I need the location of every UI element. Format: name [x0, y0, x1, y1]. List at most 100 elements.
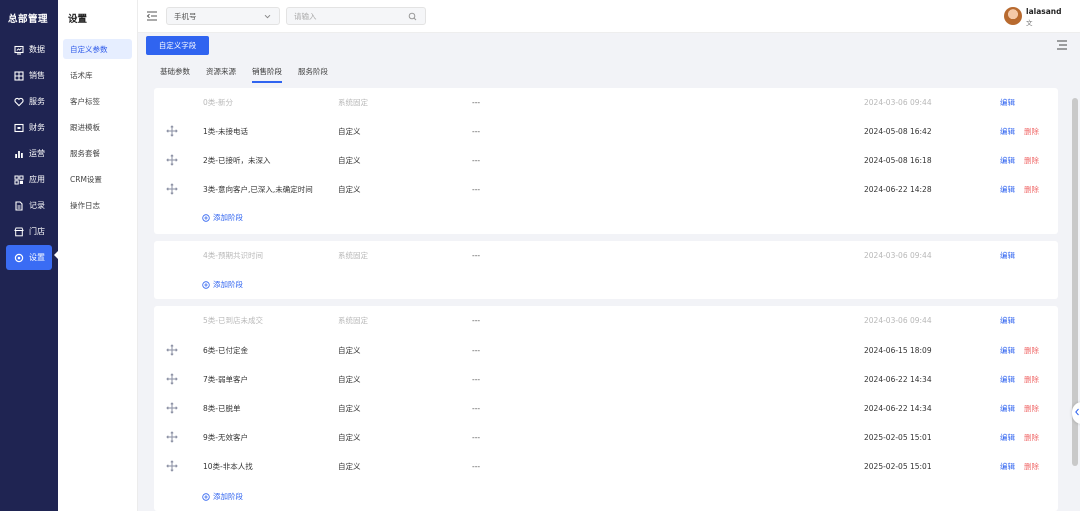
drag-handle-icon[interactable]: [166, 125, 178, 137]
stage-type: 系统固定: [338, 315, 368, 325]
stage-description: ---: [472, 461, 481, 471]
edit-button[interactable]: 编辑: [1000, 315, 1015, 326]
drag-handle-icon[interactable]: [166, 154, 178, 166]
delete-button[interactable]: 删除: [1024, 403, 1039, 414]
stage-updated-time: 2025-02-05 15:01: [864, 461, 932, 471]
drag-handle-icon[interactable]: [166, 344, 178, 356]
edit-button[interactable]: 编辑: [1000, 155, 1015, 166]
tab-resource-source[interactable]: 资源来源: [206, 66, 236, 83]
stage-name: 6类-已付定金: [203, 345, 248, 355]
nav-item-apps[interactable]: 应用: [6, 167, 52, 192]
stage-name: 3类-意向客户,已深入,未确定时间: [203, 184, 313, 194]
stage-description: ---: [472, 126, 481, 136]
edit-button[interactable]: 编辑: [1000, 250, 1015, 261]
drag-handle-icon[interactable]: [166, 402, 178, 414]
edit-button[interactable]: 编辑: [1000, 432, 1015, 443]
stage-name: 9类-无效客户: [203, 432, 248, 442]
plus-circle-icon: [202, 492, 210, 501]
edit-button[interactable]: 编辑: [1000, 345, 1015, 356]
stage-row: 6类-已付定金 自定义 --- 2024-06-15 18:09 编辑 删除: [154, 340, 1058, 360]
nav-item-records[interactable]: 记录: [6, 193, 52, 218]
stage-updated-time: 2024-05-08 16:18: [864, 155, 932, 165]
drag-handle-icon[interactable]: [166, 373, 178, 385]
tab-service-stage[interactable]: 服务阶段: [298, 66, 328, 83]
search-input[interactable]: [287, 8, 397, 24]
stage-updated-time: 2025-02-05 15:01: [864, 432, 932, 442]
apps-icon: [13, 174, 24, 185]
stage-description: ---: [472, 97, 481, 107]
edit-button[interactable]: 编辑: [1000, 126, 1015, 137]
stage-description: ---: [472, 403, 481, 413]
stage-row: 9类-无效客户 自定义 --- 2025-02-05 15:01 编辑 删除: [154, 427, 1058, 447]
nav-item-data[interactable]: 数据: [6, 37, 52, 62]
stage-type: 自定义: [338, 184, 361, 194]
search-type-select[interactable]: 手机号: [166, 7, 280, 25]
stage-row: 5类-已到店未成交 系统固定 --- 2024-03-06 09:44 编辑: [154, 310, 1058, 330]
stage-group-card: 5类-已到店未成交 系统固定 --- 2024-03-06 09:44 编辑 6…: [154, 306, 1058, 511]
add-stage-label: 添加阶段: [213, 280, 243, 289]
nav-item-label: 门店: [29, 227, 45, 236]
search-icon[interactable]: [408, 12, 417, 21]
nav-item-service[interactable]: 服务: [6, 89, 52, 114]
chevron-down-icon: [263, 12, 272, 21]
nav-item-settings[interactable]: 设置: [6, 245, 52, 270]
drag-handle-icon[interactable]: [166, 183, 178, 195]
edit-button[interactable]: 编辑: [1000, 374, 1015, 385]
subnav-item-customer-tags[interactable]: 客户标签: [63, 91, 132, 111]
tab-sales-stage[interactable]: 销售阶段: [252, 66, 282, 83]
delete-button[interactable]: 删除: [1024, 184, 1039, 195]
stage-description: ---: [472, 315, 481, 325]
stage-description: ---: [472, 250, 481, 260]
user-name[interactable]: lalasand: [1026, 7, 1062, 16]
sales-icon: [13, 70, 24, 81]
delete-button[interactable]: 删除: [1024, 461, 1039, 472]
add-stage-label: 添加阶段: [213, 213, 243, 222]
subnav-item-script-library[interactable]: 话术库: [63, 65, 132, 85]
stage-type: 自定义: [338, 374, 361, 384]
nav-item-label: 服务: [29, 97, 45, 106]
edit-button[interactable]: 编辑: [1000, 403, 1015, 414]
subnav-item-operation-log[interactable]: 操作日志: [63, 195, 132, 215]
subnav-item-service-packages[interactable]: 服务套餐: [63, 143, 132, 163]
avatar[interactable]: [1004, 7, 1022, 25]
delete-button[interactable]: 删除: [1024, 374, 1039, 385]
stage-name: 4类-预期共识时间: [203, 250, 263, 260]
stage-name: 10类-非本人找: [203, 461, 253, 471]
collapse-menu-icon[interactable]: [146, 10, 158, 22]
nav-item-label: 数据: [29, 45, 45, 54]
delete-button[interactable]: 删除: [1024, 155, 1039, 166]
add-stage-label: 添加阶段: [213, 492, 243, 501]
stage-name: 8类-已脱单: [203, 403, 241, 413]
subnav-item-crm-settings[interactable]: CRM设置: [63, 169, 132, 189]
nav-item-sales[interactable]: 销售: [6, 63, 52, 88]
add-stage-link[interactable]: 添加阶段: [202, 212, 243, 223]
delete-button[interactable]: 删除: [1024, 432, 1039, 443]
drag-handle-icon[interactable]: [166, 460, 178, 472]
stage-name: 5类-已到店未成交: [203, 315, 263, 325]
stage-updated-time: 2024-03-06 09:44: [864, 97, 932, 107]
stage-row: 2类-已接听，未深入 自定义 --- 2024-05-08 16:18 编辑 删…: [154, 150, 1058, 170]
list-menu-icon[interactable]: [1056, 40, 1068, 50]
nav-item-label: 财务: [29, 123, 45, 132]
stage-description: ---: [472, 345, 481, 355]
stage-tabs: 基础参数 资源来源 销售阶段 服务阶段: [160, 66, 344, 83]
delete-button[interactable]: 删除: [1024, 345, 1039, 356]
tab-basic-params[interactable]: 基础参数: [160, 66, 190, 83]
drag-handle-icon[interactable]: [166, 431, 178, 443]
stage-updated-time: 2024-06-22 14:28: [864, 184, 932, 194]
add-stage-link[interactable]: 添加阶段: [202, 491, 243, 502]
subnav-item-custom-params[interactable]: 自定义参数: [63, 39, 132, 59]
edit-button[interactable]: 编辑: [1000, 97, 1015, 108]
edit-button[interactable]: 编辑: [1000, 184, 1015, 195]
delete-button[interactable]: 删除: [1024, 126, 1039, 137]
stage-updated-time: 2024-06-22 14:34: [864, 403, 932, 413]
nav-item-label: 销售: [29, 71, 45, 80]
subnav-item-followup-templates[interactable]: 跟进模板: [63, 117, 132, 137]
stage-name: 2类-已接听，未深入: [203, 155, 271, 165]
custom-field-button[interactable]: 自定义字段: [146, 36, 209, 55]
nav-item-finance[interactable]: 财务: [6, 115, 52, 140]
edit-button[interactable]: 编辑: [1000, 461, 1015, 472]
nav-item-store[interactable]: 门店: [6, 219, 52, 244]
add-stage-link[interactable]: 添加阶段: [202, 279, 243, 290]
nav-item-operations[interactable]: 运营: [6, 141, 52, 166]
